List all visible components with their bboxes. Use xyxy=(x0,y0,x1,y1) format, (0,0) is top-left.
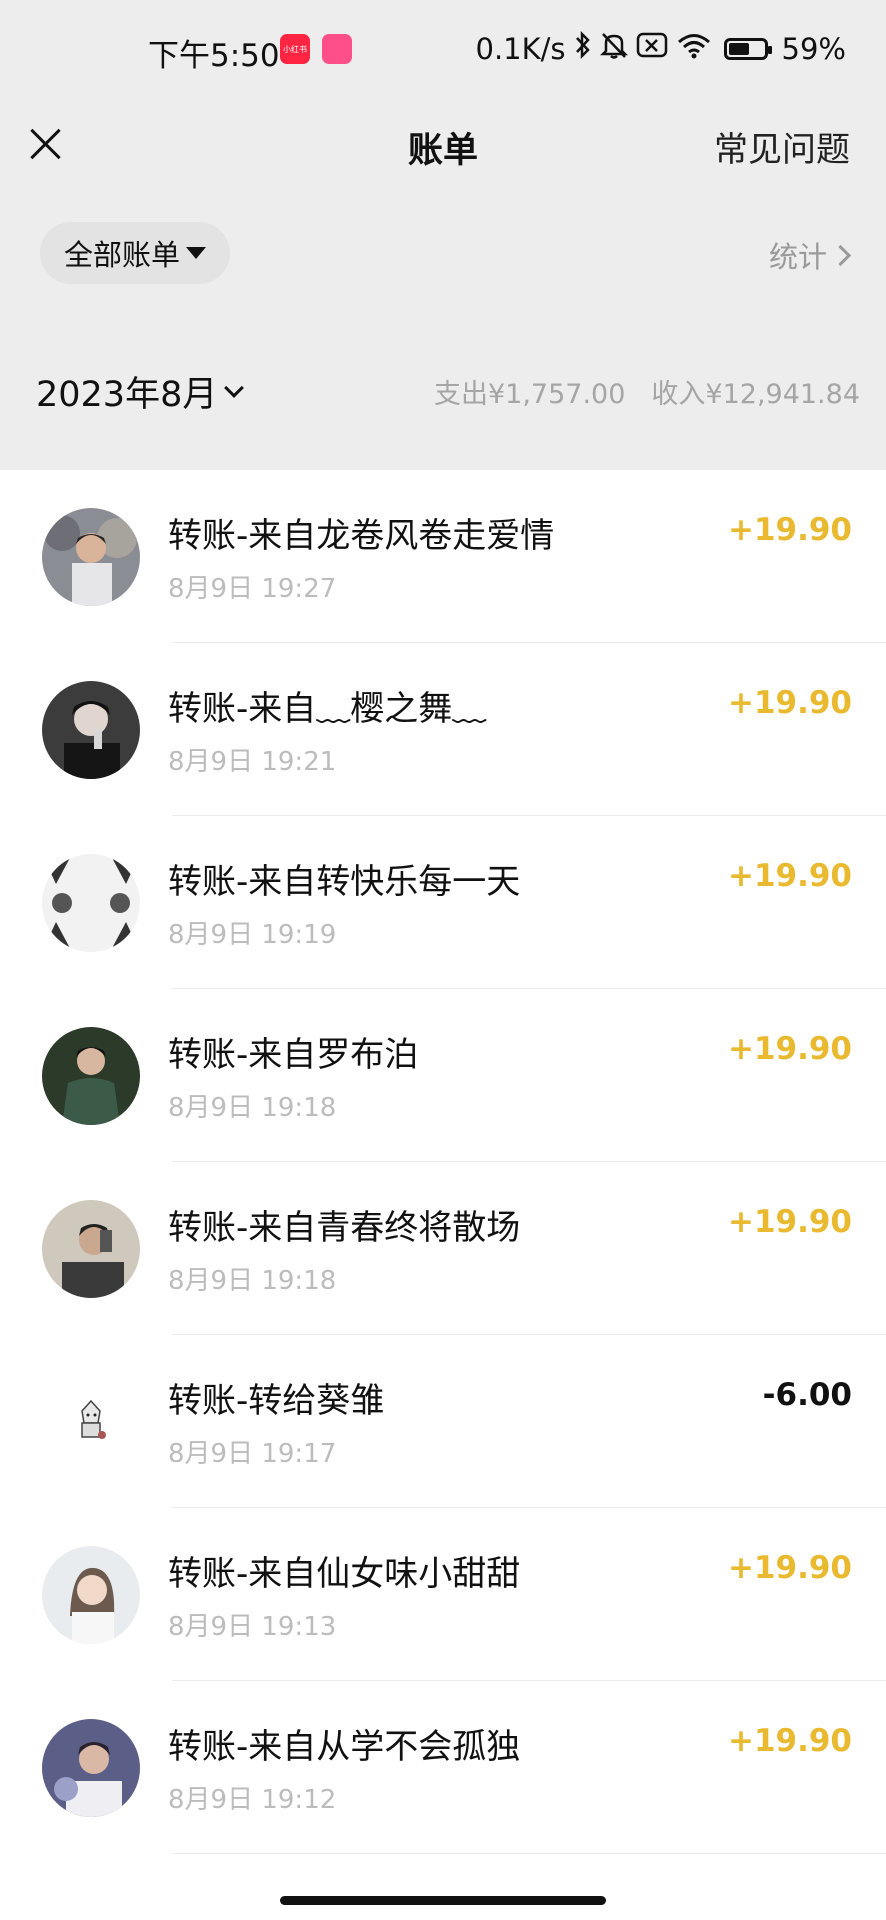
stats-label: 统计 xyxy=(768,240,827,274)
transaction-list: 转账-来自龙卷风卷走爱情 8月9日 19:27 +19.90 转账-来自﹏樱之舞… xyxy=(0,470,886,1854)
income-total: 收入¥12,941.84 xyxy=(651,379,860,410)
list-item[interactable]: 转账-来自青春终将散场 8月9日 19:18 +19.90 xyxy=(0,1162,886,1335)
list-item[interactable]: 转账-来自﹏樱之舞﹏ 8月9日 19:21 +19.90 xyxy=(0,643,886,816)
bill-filter-dropdown[interactable]: 全部账单 xyxy=(40,222,231,284)
tx-title: 转账-转给葵雏 xyxy=(168,1381,385,1421)
status-bar: 下午5:50 小红书 0.1K/s 59% xyxy=(0,0,886,100)
caret-down-icon xyxy=(186,247,207,259)
tx-title: 转账-来自仙女味小甜甜 xyxy=(168,1554,521,1594)
tx-amount: +19.90 xyxy=(727,685,852,721)
avatar xyxy=(42,1200,140,1298)
xiaohongshu-app-icon: 小红书 xyxy=(280,34,310,64)
tx-title: 转账-来自转快乐每一天 xyxy=(168,862,521,902)
avatar xyxy=(42,1546,140,1644)
chevron-right-icon xyxy=(829,244,852,266)
tx-time: 8月9日 19:18 xyxy=(168,1266,337,1296)
tx-amount: +19.90 xyxy=(727,1723,852,1759)
network-speed: 0.1K/s xyxy=(475,31,566,66)
month-picker[interactable]: 2023年8月 xyxy=(36,366,245,417)
list-item[interactable]: 转账-来自龙卷风卷走爱情 8月9日 19:27 +19.90 xyxy=(0,470,886,643)
app-badge-text: 小红书 xyxy=(283,44,307,54)
sim-icon xyxy=(636,31,668,66)
list-item[interactable]: 转账-来自罗布泊 8月9日 19:18 +19.90 xyxy=(0,989,886,1162)
tx-time: 8月9日 19:21 xyxy=(168,747,337,777)
tx-time: 8月9日 19:19 xyxy=(168,920,337,950)
avatar xyxy=(42,1373,140,1471)
month-summary: 支出¥1,757.00 收入¥12,941.84 xyxy=(434,372,860,411)
home-indicator[interactable] xyxy=(280,1896,606,1905)
tx-title: 转账-来自﹏樱之舞﹏ xyxy=(168,689,487,729)
mute-icon xyxy=(599,30,628,67)
list-item[interactable]: 转账-转给葵雏 8月9日 19:17 -6.00 xyxy=(0,1335,886,1508)
tx-amount: +19.90 xyxy=(727,858,852,894)
list-item[interactable]: 转账-来自转快乐每一天 8月9日 19:19 +19.90 xyxy=(0,816,886,989)
avatar xyxy=(42,1027,140,1125)
filter-row: 全部账单 统计 xyxy=(0,222,886,284)
month-row: 2023年8月 支出¥1,757.00 收入¥12,941.84 xyxy=(0,360,886,420)
wifi-icon xyxy=(676,31,712,66)
list-item[interactable]: 转账-来自从学不会孤独 8月9日 19:12 +19.90 xyxy=(0,1681,886,1854)
tx-time: 8月9日 19:17 xyxy=(168,1439,337,1469)
tx-title: 转账-来自青春终将散场 xyxy=(168,1208,521,1248)
status-right: 0.1K/s 59% xyxy=(475,30,846,67)
bluetooth-icon xyxy=(574,30,592,67)
tx-amount: +19.90 xyxy=(727,1204,852,1240)
tx-amount: +19.90 xyxy=(727,1031,852,1067)
battery-percent: 59% xyxy=(781,31,846,66)
avatar xyxy=(42,681,140,779)
status-time: 下午5:50 xyxy=(148,38,280,74)
tx-amount: +19.90 xyxy=(727,512,852,548)
nav-bar: 账单 常见问题 xyxy=(0,100,886,190)
tx-time: 8月9日 19:13 xyxy=(168,1612,337,1642)
avatar xyxy=(42,508,140,606)
close-icon[interactable] xyxy=(22,120,70,168)
tx-title: 转账-来自龙卷风卷走爱情 xyxy=(168,516,555,556)
tx-time: 8月9日 19:27 xyxy=(168,574,337,604)
avatar xyxy=(42,1719,140,1817)
tx-time: 8月9日 19:12 xyxy=(168,1785,337,1815)
battery-fill xyxy=(728,42,749,55)
tx-time: 8月9日 19:18 xyxy=(168,1093,337,1123)
tx-amount: +19.90 xyxy=(727,1550,852,1586)
tx-amount: -6.00 xyxy=(762,1377,852,1413)
month-text: 2023年8月 xyxy=(36,375,218,415)
battery-icon xyxy=(723,37,772,60)
stats-link[interactable]: 统计 xyxy=(768,234,852,276)
list-item[interactable]: 转账-来自仙女味小甜甜 8月9日 19:13 +19.90 xyxy=(0,1508,886,1681)
video-app-icon xyxy=(322,34,352,64)
tx-title: 转账-来自从学不会孤独 xyxy=(168,1727,521,1767)
avatar xyxy=(42,854,140,952)
expense-total: 支出¥1,757.00 xyxy=(433,379,626,410)
filter-label: 全部账单 xyxy=(64,238,181,272)
faq-link[interactable]: 常见问题 xyxy=(714,122,850,171)
tx-title: 转账-来自罗布泊 xyxy=(168,1035,419,1075)
chevron-down-icon xyxy=(224,377,245,398)
